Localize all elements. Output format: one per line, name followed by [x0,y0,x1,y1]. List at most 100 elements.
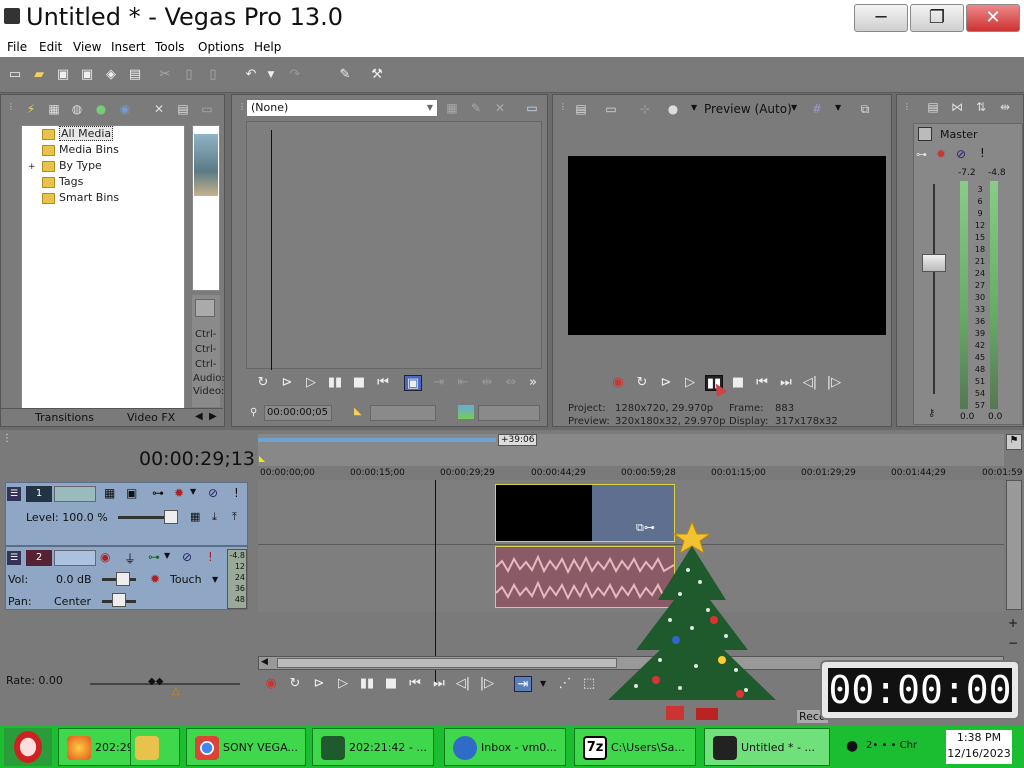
maximize-button[interactable]: ❐ [910,4,964,32]
overwrite-icon[interactable]: ▣ [404,375,422,391]
previous-frame-icon[interactable]: ◁| [801,375,819,391]
track-name-field[interactable] [54,550,96,566]
normal-edit-tool-icon[interactable]: ⇥ [514,676,532,692]
master-fader[interactable] [922,254,946,272]
external-monitor-icon[interactable]: ▭ [603,101,619,117]
taskbar-explorer[interactable] [130,728,180,766]
panel-grip-icon[interactable]: ⋮ [555,99,571,115]
media-thumbnail[interactable] [194,134,218,196]
master-solo-icon[interactable]: ! [980,146,985,160]
trimmer-display-icon[interactable]: ▭ [524,100,540,116]
menu-tools[interactable]: Tools [155,40,185,54]
tree-item-smart-bins[interactable]: Smart Bins [22,191,184,207]
overlays-icon[interactable]: # [809,101,825,117]
pause-icon[interactable]: ▮▮ [358,676,376,692]
go-to-start-icon[interactable]: ⏮ [753,375,771,391]
stop-icon[interactable]: ■ [350,375,368,391]
trimmer-duration[interactable] [370,405,436,421]
record-icon[interactable]: ◉ [262,676,280,692]
loop-icon[interactable]: ↻ [633,375,651,391]
fx-icon[interactable] [195,299,215,317]
track-collapse-icon[interactable]: ☰ [7,551,21,565]
go-to-end-icon[interactable]: ⏭ [430,676,448,692]
automation-icon[interactable]: ✹ [150,572,160,586]
menu-options[interactable]: Options [198,40,244,54]
envelope-tool-icon[interactable]: ⋰ [556,676,574,692]
lock-icon[interactable]: ⇹ [997,99,1013,115]
undo-dropdown-icon[interactable]: ▼ [262,66,280,84]
taskbar-firefox[interactable]: 202:29 [58,728,136,766]
paste-icon[interactable]: ▯ [204,66,222,84]
tree-item-tags[interactable]: Tags [22,175,184,191]
solo-icon[interactable]: ! [208,550,213,564]
go-to-start-icon[interactable]: ⏮ [406,676,424,692]
taskbar-mail[interactable]: Inbox - vm0... [444,728,566,766]
track-name-field[interactable] [54,486,96,502]
play-icon[interactable]: ▷ [681,375,699,391]
more-icon[interactable]: » [524,375,542,391]
record-icon[interactable]: ◉ [609,375,627,391]
save-icon[interactable]: ▣ [54,66,72,84]
timeline-ruler[interactable]: +39:06 ◣ [258,434,1004,466]
audio-track-header[interactable]: ☰ 2 ◉ ⏚ ⊶ ▼ ⊘ ! Vol: 0.0 dB ✹ Touch ▼ Pa… [5,546,248,610]
stop-icon[interactable]: ■ [729,375,747,391]
trimmer-history-icon[interactable]: ▦ [444,100,460,116]
track-fx-icon[interactable]: ✹ [174,486,184,500]
playhead-cursor[interactable] [435,480,436,682]
taskbar-vegas[interactable]: Untitled * - ... [704,728,830,766]
stop-icon[interactable]: ■ [382,676,400,692]
play-icon[interactable]: ▷ [334,676,352,692]
new-icon[interactable]: ▭ [6,66,24,84]
next-frame-icon[interactable]: |▷ [825,375,843,391]
christmas-tree-gadget[interactable] [596,510,796,728]
media-fx-icon[interactable]: ▭ [199,101,215,117]
scroll-left-icon[interactable]: ◀ [261,657,268,667]
tree-item-by-type[interactable]: + By Type [22,159,184,175]
split-screen-icon[interactable]: ⊹ [637,101,653,117]
tab-transitions[interactable]: Transitions [35,411,94,424]
preview-quality-dropdown[interactable]: Preview (Auto) [704,102,792,116]
search-icon[interactable]: ◉ [117,101,133,117]
mute-icon[interactable]: ⊘ [182,550,192,564]
open-icon[interactable]: ▰ [30,66,48,84]
panel-grip-icon[interactable]: ⋮ [3,99,19,115]
rate-slider-thumb[interactable]: ◆◆ [148,676,163,687]
trimmer-media-dropdown[interactable]: (None) ▼ [246,99,438,117]
save-as-icon[interactable]: ▣ [78,66,96,84]
level-slider-thumb[interactable] [164,510,178,524]
track-expand-icon[interactable]: ⤓ [212,510,217,524]
mute-icon[interactable]: ⊘ [208,486,218,500]
render-icon[interactable]: ◈ [102,66,120,84]
next-frame-icon[interactable]: |▷ [478,676,496,692]
trimmer-timecode[interactable]: 00:00:00;05 [264,405,332,421]
track-motion-icon[interactable]: ⊶ [152,486,164,500]
trimmer-clear-icon[interactable]: ✎ [468,100,484,116]
system-clock[interactable]: 1:38 PM 12/16/2023 [946,730,1012,764]
tab-scroll-right-icon[interactable]: ▶ [209,411,217,422]
preview-properties-icon[interactable]: ▤ [573,101,589,117]
zoom-icon[interactable]: ⇔ [502,375,520,391]
trimmer-out[interactable] [478,405,540,421]
menu-help[interactable]: Help [254,40,281,54]
menu-view[interactable]: View [73,40,101,54]
marker-flag-icon[interactable]: ⚑ [1006,434,1022,450]
timeline-grip-icon[interactable]: ⋮ [2,433,12,444]
fit-icon[interactable]: ⇹ [478,375,496,391]
overlays-dropdown-icon[interactable]: ▼ [835,103,841,112]
panel-grip-icon[interactable]: ⋮ [899,99,915,115]
scroll-thumb[interactable] [277,658,617,668]
parent-motion-icon[interactable]: ▣ [126,486,137,500]
volume-slider-thumb[interactable] [116,572,130,586]
view-icon[interactable]: ▤ [175,101,191,117]
mixer-properties-icon[interactable]: ▤ [925,99,941,115]
master-mute-icon[interactable]: ⊘ [956,147,966,161]
video-fx-icon[interactable]: ● [665,101,681,117]
play-from-start-icon[interactable]: ⊳ [657,375,675,391]
taskbar-tree-timer[interactable]: 202:21:42 - ... [312,728,434,766]
close-button[interactable]: ✕ [966,4,1020,32]
track-keyframe-icon[interactable]: ⤒ [232,510,237,524]
redo-icon[interactable]: ↷ [286,66,304,84]
track-fx-dropdown-icon[interactable]: ▼ [164,551,170,560]
go-to-end-icon[interactable]: ⏭ [777,375,795,391]
copy-icon[interactable]: ▯ [180,66,198,84]
